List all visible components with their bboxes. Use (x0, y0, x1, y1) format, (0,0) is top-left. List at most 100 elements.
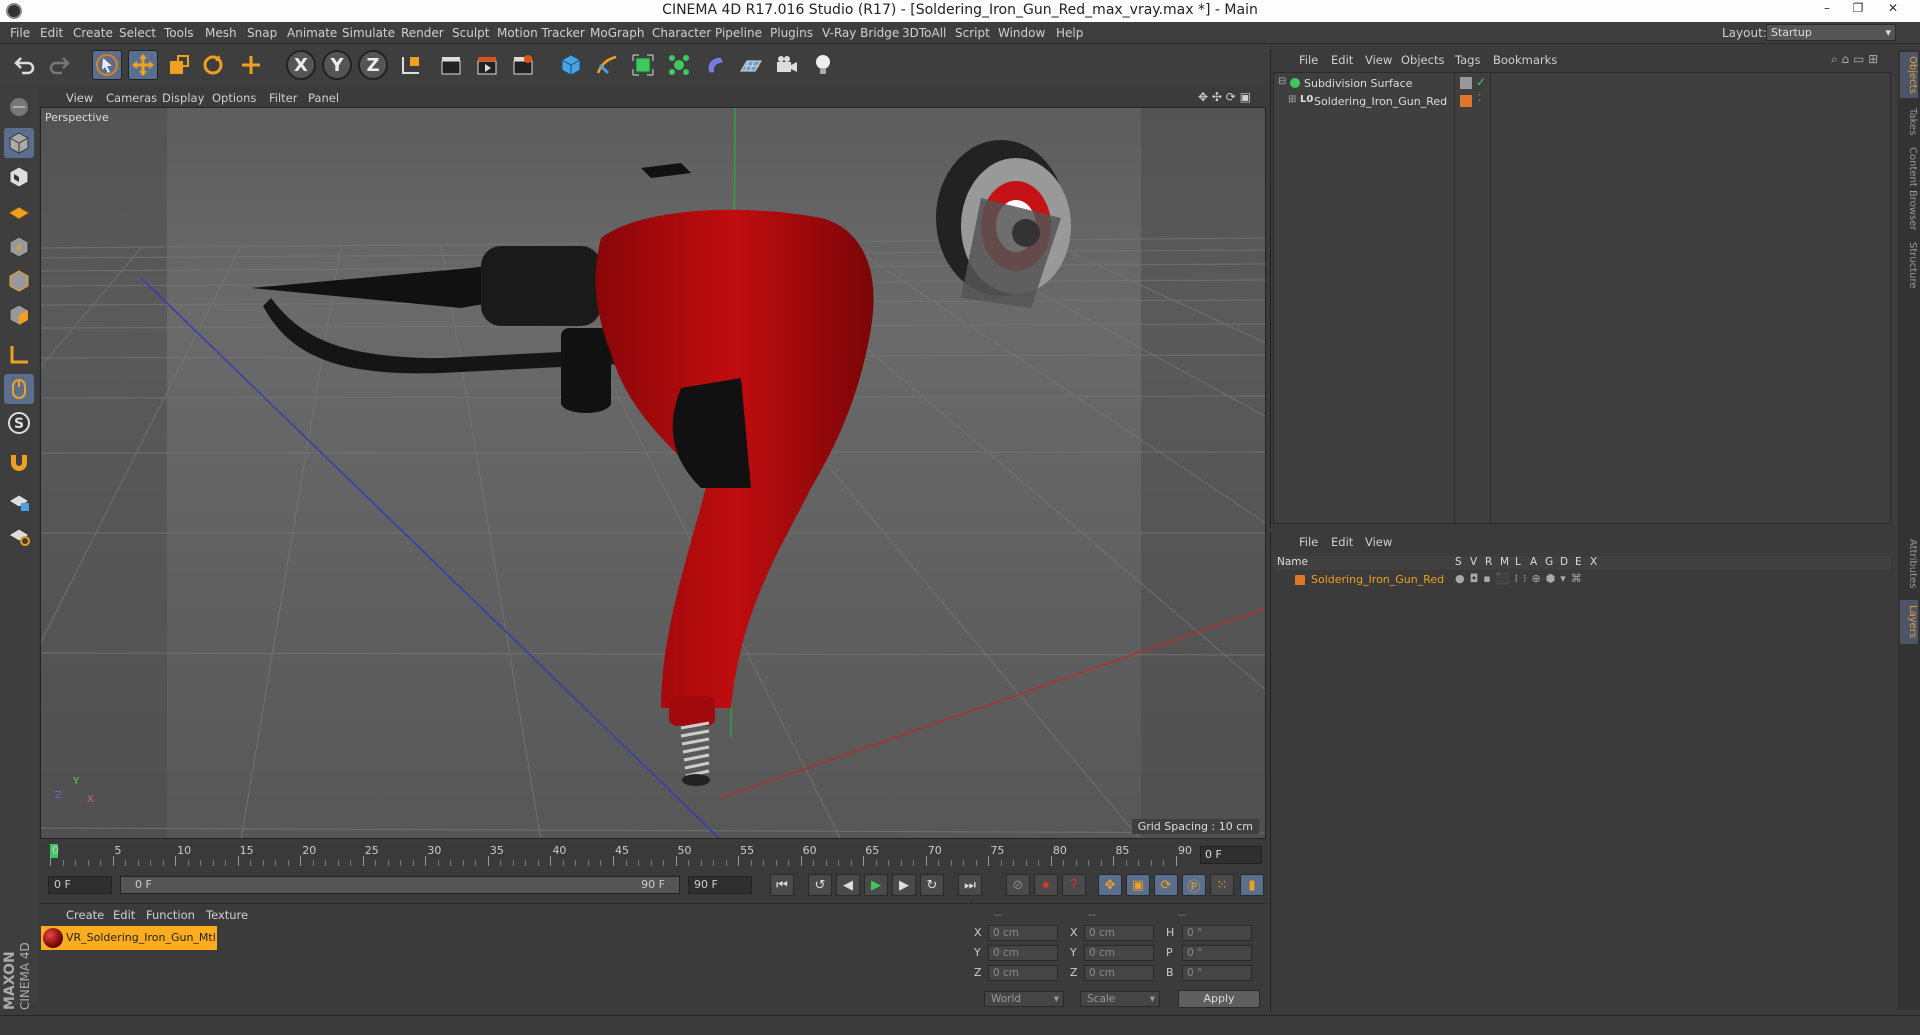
menu-window[interactable]: Window (998, 26, 1045, 40)
object-row-soldering-iron-gun[interactable]: ⊞ L0 Soldering_Iron_Gun_Red ⁚ (1274, 93, 1890, 111)
menu-character[interactable]: Character (652, 26, 711, 40)
keyframe-selection-button[interactable]: ? (1062, 874, 1086, 896)
menu-mesh[interactable]: Mesh (205, 26, 237, 40)
viewport-menu-panel[interactable]: Panel (308, 91, 339, 105)
add-cube-button[interactable] (556, 50, 586, 80)
coord-rot-p-field[interactable]: 0 ° (1182, 945, 1252, 961)
tab-structure[interactable]: Structure (1900, 238, 1918, 292)
menu-mograph[interactable]: MoGraph (590, 26, 645, 40)
current-frame-field[interactable]: 0 F (1200, 846, 1262, 864)
menu-plugins[interactable]: Plugins (770, 26, 813, 40)
menu-tools[interactable]: Tools (164, 26, 194, 40)
menu-edit[interactable]: Edit (40, 26, 63, 40)
texture-mode-button[interactable] (4, 162, 34, 192)
material-swatch[interactable]: VR_Soldering_Iron_Gun_Mtl (41, 926, 217, 950)
layer-col-solo[interactable]: S (1455, 556, 1462, 568)
undo-button[interactable] (10, 50, 40, 80)
tab-attributes[interactable]: Attributes (1900, 534, 1918, 594)
add-light-button[interactable] (808, 50, 838, 80)
planar-workplane-button[interactable] (4, 520, 34, 550)
start-frame-field[interactable]: 0 F (48, 876, 112, 894)
key-position-button[interactable]: ✥ (1098, 874, 1122, 896)
edges-mode-button[interactable] (4, 266, 34, 296)
add-camera-button[interactable] (772, 50, 802, 80)
collapse-icon[interactable]: ⊟ (1278, 76, 1286, 87)
layers-menu-view[interactable]: View (1365, 535, 1392, 549)
viewport-menu-options[interactable]: Options (212, 91, 256, 105)
render-view-button[interactable] (436, 50, 466, 80)
tab-takes[interactable]: Takes (1900, 104, 1918, 140)
layer-col-locked[interactable]: L (1515, 556, 1521, 568)
previous-key-button[interactable]: ↺ (808, 874, 832, 896)
menu-vray-bridge[interactable]: V-Ray Bridge (822, 26, 899, 40)
viewport-navigation-icons[interactable]: ✥ ✣ ⟳ ▣ (1198, 90, 1251, 104)
menu-motion-tracker[interactable]: Motion Tracker (497, 26, 585, 40)
render-to-picture-viewer-button[interactable] (472, 50, 502, 80)
axis-mode-button[interactable] (4, 340, 34, 370)
x-axis-lock-button[interactable]: X (286, 50, 316, 80)
menu-snap[interactable]: Snap (247, 26, 277, 40)
menu-3dtoall[interactable]: 3DToAll (902, 26, 946, 40)
visibility-dots-icon[interactable]: ⁚ (1478, 93, 1481, 104)
viewport-menu-filter[interactable]: Filter (269, 91, 297, 105)
key-rotation-button[interactable]: ⟳ (1154, 874, 1178, 896)
next-key-button[interactable]: ↻ (920, 874, 944, 896)
autokey-button[interactable]: ⏺ (1034, 874, 1058, 896)
timeline-ticks[interactable]: 0 5 10 15 20 25 30 35 40 45 50 55 60 65 70 75 80 85 90 (50, 842, 1196, 870)
close-button[interactable]: ✕ (1878, 1, 1908, 21)
next-frame-button[interactable]: ▶ (892, 874, 916, 896)
material-menu-edit[interactable]: Edit (113, 908, 135, 922)
menu-script[interactable]: Script (955, 26, 990, 40)
timeline-ruler[interactable]: 0 5 10 15 20 25 30 35 40 45 50 55 60 65 70 75 80 85 90 0 F (40, 842, 1266, 870)
minimize-button[interactable]: – (1812, 1, 1842, 21)
expand-icon[interactable]: ⊞ (1288, 94, 1296, 105)
key-scale-button[interactable]: ▣ (1126, 874, 1150, 896)
viewport-camera-label[interactable]: Perspective (45, 111, 109, 124)
viewport-menu-cameras[interactable]: Cameras (106, 91, 157, 105)
coord-size-z-field[interactable]: 0 cm (1084, 965, 1154, 981)
layer-col-animation[interactable]: A (1530, 556, 1537, 568)
coord-pos-z-field[interactable]: 0 cm (988, 965, 1058, 981)
layer-col-xref[interactable]: X (1590, 556, 1597, 568)
end-frame-field[interactable]: 90 F (688, 876, 752, 894)
add-spline-button[interactable] (592, 50, 622, 80)
lock-workplane-button[interactable] (4, 486, 34, 516)
key-parameter-button[interactable]: Ⓟ (1182, 874, 1206, 896)
menu-render[interactable]: Render (401, 26, 444, 40)
render-settings-button[interactable] (508, 50, 538, 80)
menu-create[interactable]: Create (73, 26, 113, 40)
menu-file[interactable]: File (10, 26, 30, 40)
add-floor-button[interactable] (736, 50, 766, 80)
coordinate-system-button[interactable] (396, 50, 426, 80)
objects-menu-tags[interactable]: Tags (1455, 53, 1480, 67)
coord-rot-h-field[interactable]: 0 ° (1182, 925, 1252, 941)
restore-button[interactable]: ❐ (1843, 1, 1873, 21)
go-to-start-button[interactable]: ⏮ (770, 874, 794, 896)
record-keys-button[interactable]: ⊘ (1006, 874, 1030, 896)
layer-col-expressions[interactable]: E (1575, 556, 1582, 568)
menu-simulate[interactable]: Simulate (342, 26, 395, 40)
y-axis-lock-button[interactable]: Y (322, 50, 352, 80)
layer-row-soldering-iron-gun[interactable]: Soldering_Iron_Gun_Red ●◘▪⬛⁞⁝⊕⬢▾⌘ (1273, 572, 1891, 588)
perspective-viewport[interactable]: Perspective Y X Z Grid Spacing : 10 cm (40, 107, 1266, 839)
menu-pipeline[interactable]: Pipeline (715, 26, 762, 40)
menu-select[interactable]: Select (119, 26, 156, 40)
material-menu-create[interactable]: Create (66, 908, 104, 922)
coord-pos-x-field[interactable]: 0 cm (988, 925, 1058, 941)
add-cloner-button[interactable] (664, 50, 694, 80)
model-mode-button[interactable] (4, 128, 34, 158)
tweak-mode-button[interactable] (4, 374, 34, 404)
apply-button[interactable]: Apply (1178, 990, 1260, 1008)
workplane-mode-button[interactable] (4, 196, 34, 226)
layer-col-deformers[interactable]: D (1560, 556, 1568, 568)
material-menu-function[interactable]: Function (146, 908, 195, 922)
layer-toggle-icons[interactable]: ●◘▪⬛⁞⁝⊕⬢▾⌘ (1455, 572, 1587, 585)
tab-content-browser[interactable]: Content Browser (1900, 146, 1918, 232)
enabled-check-icon[interactable]: ✓ (1476, 75, 1486, 89)
key-pla-button[interactable]: ⁙ (1210, 874, 1234, 896)
add-subdivision-button[interactable] (628, 50, 658, 80)
polygons-mode-button[interactable] (4, 300, 34, 330)
make-editable-button[interactable] (4, 92, 34, 122)
move-tool-button[interactable] (128, 50, 158, 80)
layers-menu-edit[interactable]: Edit (1331, 535, 1353, 549)
